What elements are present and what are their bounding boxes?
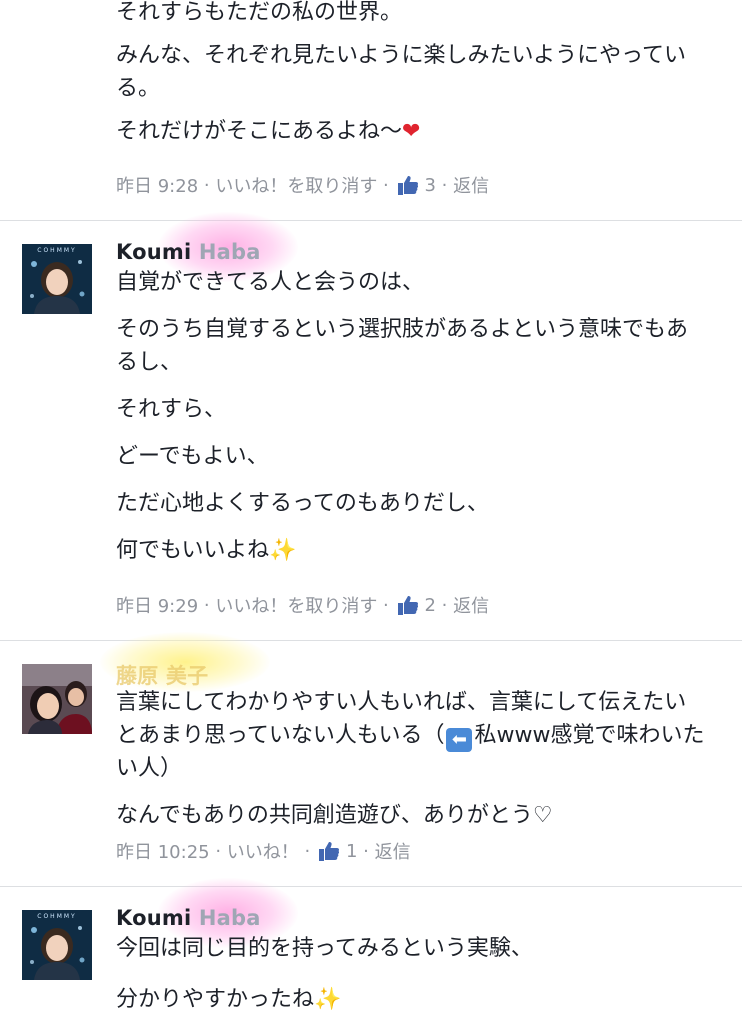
reply-link[interactable]: 返信 <box>453 172 489 198</box>
comment-2-text: 自覚ができてる人と会うのは、 そのうち自覚するという選択肢があるよという意味でも… <box>116 266 706 567</box>
separator-dot: · <box>377 594 395 616</box>
separator-dot: · <box>198 174 216 196</box>
timestamp: 昨日 9:28 <box>116 176 199 197</box>
comment-author[interactable]: Koumi Haba <box>116 906 261 930</box>
avatar-label: COHMMY <box>37 247 76 254</box>
comment-line: 分かりやすかったね✨ <box>116 983 706 1016</box>
comment-2-meta: 昨日 9:29 · いいね！を取り消す · 2 · 返信 <box>116 592 489 618</box>
comment-line: 何でもいいよね✨ <box>116 534 706 567</box>
comment-line: どーでもよい、 <box>116 444 269 469</box>
unlike-link[interactable]: いいね！を取り消す <box>215 592 377 618</box>
reply-link[interactable]: 返信 <box>453 592 489 618</box>
timestamp: 昨日 9:29 <box>116 596 199 617</box>
comment-line: それだけがそこにあるよね〜❤ <box>116 115 706 148</box>
like-count: 1 <box>345 840 358 862</box>
separator-dot: · <box>377 174 395 196</box>
timestamp: 昨日 10:25 <box>116 842 210 863</box>
comment-1-meta: 昨日 9:28 · いいね！を取り消す · 3 · 返信 <box>116 172 489 198</box>
avatar[interactable]: COHMMY <box>22 910 92 980</box>
like-thumb-icon <box>397 594 419 616</box>
author-last-name: Haba <box>198 240 261 264</box>
comment-line: 言葉にしてわかりやすい人もいれば、言葉にして伝えたいとあまり思っていない人もいる… <box>116 686 706 785</box>
comment-3-text: 言葉にしてわかりやすい人もいれば、言葉にして伝えたいとあまり思っていない人もいる… <box>116 686 706 832</box>
comment-line: なんでもありの共同創造遊び、ありがとう♡ <box>116 803 553 828</box>
avatar[interactable]: COHMMY <box>22 244 92 314</box>
comment-author[interactable]: Koumi Haba <box>116 240 261 264</box>
separator-dot: · <box>435 174 454 196</box>
author-first-name: Koumi <box>116 906 192 930</box>
avatar-label: COHMMY <box>37 913 76 920</box>
comment-line: 自覚ができてる人と会うのは、 <box>116 270 425 295</box>
author-first-name: Koumi <box>116 240 192 264</box>
separator-dot: · <box>298 840 316 862</box>
separator-dot: · <box>209 840 227 862</box>
comment-line: それすら、 <box>116 397 227 422</box>
comment-line-text: 分かりやすかったね <box>116 987 315 1012</box>
comment-3-meta: 昨日 10:25 · いいね！ · 1 · 返信 <box>116 838 411 864</box>
unlike-link[interactable]: いいね！を取り消す <box>215 172 377 198</box>
like-link[interactable]: いいね！ <box>227 838 299 864</box>
comment-line-text: 何でもいいよね <box>116 538 270 563</box>
divider <box>0 640 742 641</box>
reply-link[interactable]: 返信 <box>375 838 411 864</box>
like-thumb-icon <box>318 840 340 862</box>
comment-line: みんな、それぞれ見たいように楽しみたいようにやっている。 <box>116 43 687 101</box>
avatar[interactable] <box>22 664 92 734</box>
author-last-name: Haba <box>198 906 261 930</box>
comment-line: 今回は同じ目的を持ってみるという実験、 <box>116 936 533 961</box>
divider <box>0 886 742 887</box>
like-count: 2 <box>424 594 436 616</box>
left-arrow-emoji-icon: ⬅ <box>446 728 473 752</box>
divider <box>0 220 742 221</box>
heart-emoji-icon: ❤ <box>402 119 421 144</box>
comment-line: ただ心地よくするってのもありだし、 <box>116 491 489 516</box>
like-count: 3 <box>424 174 436 196</box>
separator-dot: · <box>435 594 454 616</box>
separator-dot: · <box>357 840 375 862</box>
sparkles-emoji-icon: ✨ <box>314 987 342 1012</box>
comment-1-text: それすらもただの私の世界。 みんな、それぞれ見たいように楽しみたいようにやってい… <box>116 0 706 148</box>
separator-dot: · <box>198 594 216 616</box>
comment-line: そのうち自覚するという選択肢があるよという意味でもあるし、 <box>116 317 689 375</box>
comment-4-text: 今回は同じ目的を持ってみるという実験、 分かりやすかったね✨ <box>116 932 706 1016</box>
sparkles-emoji-icon: ✨ <box>269 538 297 563</box>
comment-line-text: それだけがそこにあるよね〜 <box>116 119 403 144</box>
comment-line: それすらもただの私の世界。 <box>116 0 403 25</box>
like-thumb-icon <box>397 174 419 196</box>
